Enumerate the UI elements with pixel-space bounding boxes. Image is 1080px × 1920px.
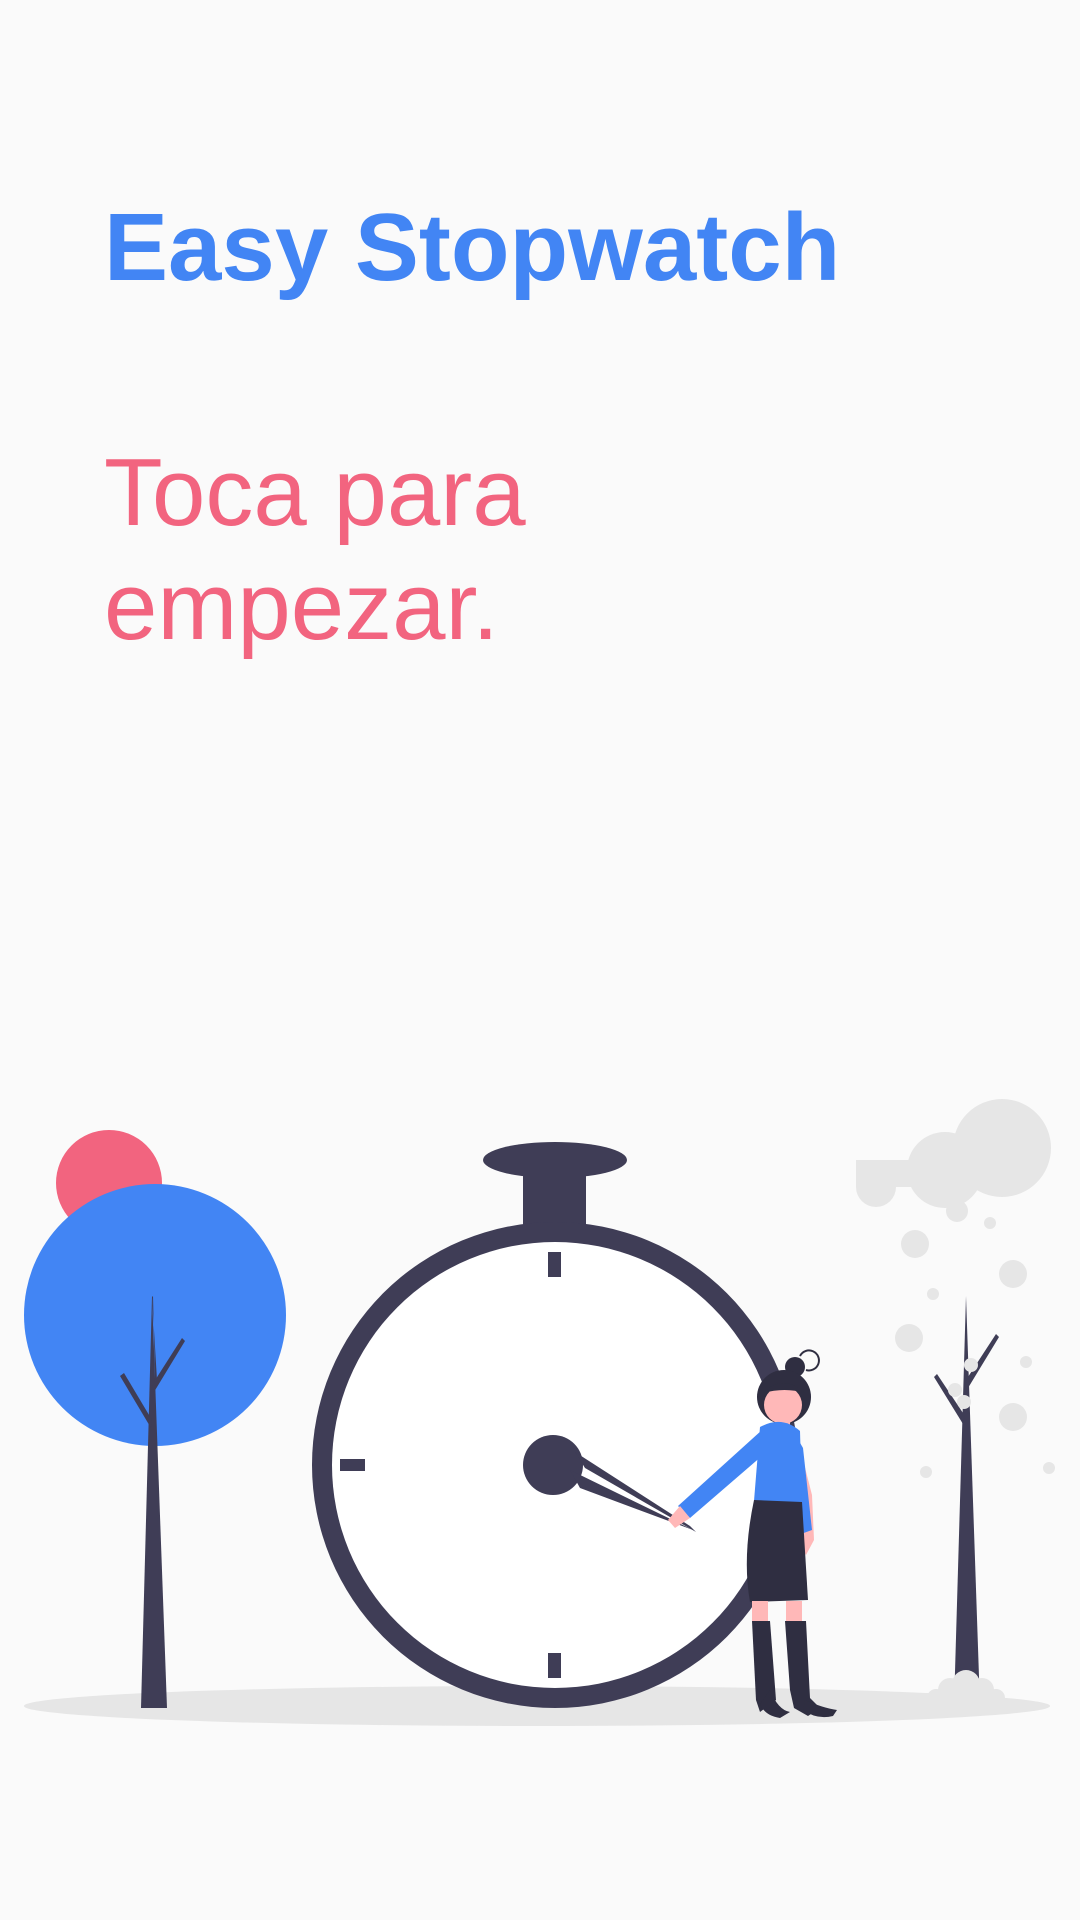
start-prompt: Toca para empezar. xyxy=(104,439,526,660)
bare-tree-icon xyxy=(927,1296,1005,1707)
app-title: Easy Stopwatch xyxy=(104,194,841,301)
tree-icon xyxy=(24,1130,286,1708)
tap-to-start-area[interactable]: Easy Stopwatch Toca para empezar. xyxy=(0,0,1080,1920)
stopwatch-illustration xyxy=(24,1099,1055,1726)
stopwatch-icon xyxy=(312,1142,798,1708)
snow-particles xyxy=(895,1200,1055,1478)
cloud-icon xyxy=(856,1099,1051,1208)
